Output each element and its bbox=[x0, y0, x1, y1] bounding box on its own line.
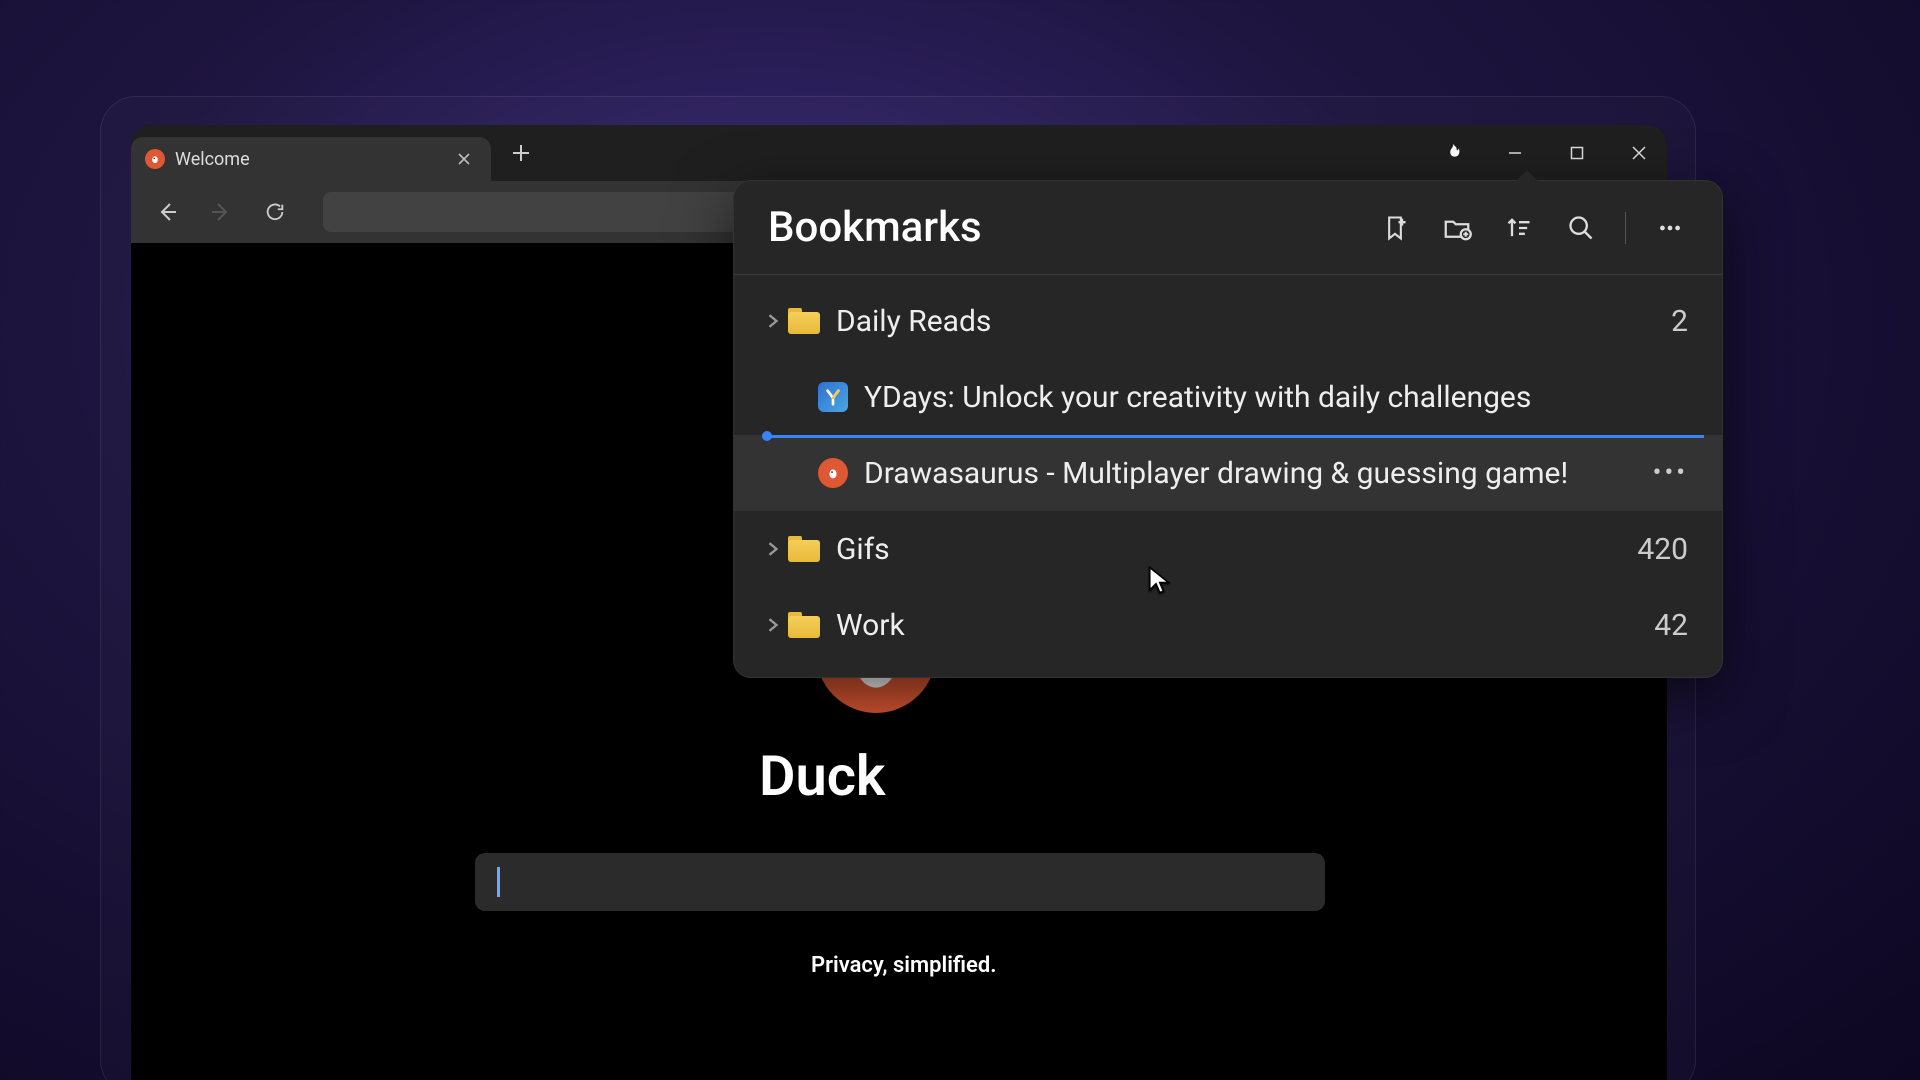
tab-title: Welcome bbox=[175, 149, 443, 170]
add-bookmark-button[interactable] bbox=[1377, 210, 1413, 246]
folder-gifs[interactable]: Gifs 420 bbox=[734, 511, 1722, 587]
popover-actions bbox=[1377, 210, 1688, 246]
folder-icon bbox=[788, 612, 820, 638]
bookmark-label: Drawasaurus - Multiplayer drawing & gues… bbox=[864, 456, 1645, 491]
tab-welcome[interactable]: Welcome bbox=[131, 137, 491, 181]
folder-count: 2 bbox=[1671, 304, 1688, 339]
tagline-text: Privacy, simplified. bbox=[811, 953, 997, 978]
folder-daily-reads[interactable]: Daily Reads 2 bbox=[734, 283, 1722, 359]
folder-icon bbox=[788, 308, 820, 334]
chevron-right-icon bbox=[758, 314, 788, 328]
sort-button[interactable] bbox=[1501, 210, 1537, 246]
bookmarks-panel: Bookmarks bbox=[733, 180, 1723, 678]
minimize-button[interactable] bbox=[1501, 139, 1529, 167]
folder-label: Work bbox=[836, 608, 1654, 643]
bookmark-ydays[interactable]: YDays: Unlock your creativity with daily… bbox=[734, 359, 1722, 435]
brand-name: Duck bbox=[759, 743, 899, 809]
drop-indicator bbox=[768, 435, 1704, 438]
drawasaurus-favicon-icon bbox=[818, 458, 848, 488]
folder-work[interactable]: Work 42 bbox=[734, 587, 1722, 663]
popover-arrow-icon bbox=[1515, 170, 1539, 182]
close-tab-button[interactable] bbox=[453, 148, 475, 170]
search-bookmarks-button[interactable] bbox=[1563, 210, 1599, 246]
tab-strip: Welcome bbox=[131, 125, 1667, 181]
more-options-button[interactable] bbox=[1652, 210, 1688, 246]
duckduckgo-favicon-icon bbox=[145, 149, 165, 169]
search-input[interactable] bbox=[475, 853, 1325, 911]
new-tab-button[interactable] bbox=[501, 133, 541, 173]
popover-header: Bookmarks bbox=[734, 181, 1722, 275]
bookmark-drawasaurus[interactable]: Drawasaurus - Multiplayer drawing & gues… bbox=[734, 435, 1722, 511]
separator bbox=[1625, 212, 1626, 244]
folder-icon bbox=[788, 536, 820, 562]
add-folder-button[interactable] bbox=[1439, 210, 1475, 246]
window-controls bbox=[1439, 125, 1653, 181]
bookmark-label: YDays: Unlock your creativity with daily… bbox=[864, 380, 1688, 415]
folder-count: 42 bbox=[1654, 608, 1688, 643]
ydays-favicon-icon bbox=[818, 382, 848, 412]
bookmarks-popover: Bookmarks bbox=[733, 180, 1723, 678]
folder-count: 420 bbox=[1637, 532, 1688, 567]
close-window-button[interactable] bbox=[1625, 139, 1653, 167]
text-caret bbox=[497, 867, 500, 897]
back-button[interactable] bbox=[149, 194, 185, 230]
maximize-button[interactable] bbox=[1563, 139, 1591, 167]
chevron-right-icon bbox=[758, 542, 788, 556]
chevron-right-icon bbox=[758, 618, 788, 632]
forward-button[interactable] bbox=[203, 194, 239, 230]
fire-icon[interactable] bbox=[1439, 139, 1467, 167]
popover-title: Bookmarks bbox=[768, 203, 1377, 252]
bookmarks-list: Daily Reads 2 YDays: Unlock your creativ… bbox=[734, 275, 1722, 677]
folder-label: Daily Reads bbox=[836, 304, 1671, 339]
reload-button[interactable] bbox=[257, 194, 293, 230]
bookmark-more-icon[interactable]: ••• bbox=[1653, 458, 1688, 488]
folder-label: Gifs bbox=[836, 532, 1637, 567]
